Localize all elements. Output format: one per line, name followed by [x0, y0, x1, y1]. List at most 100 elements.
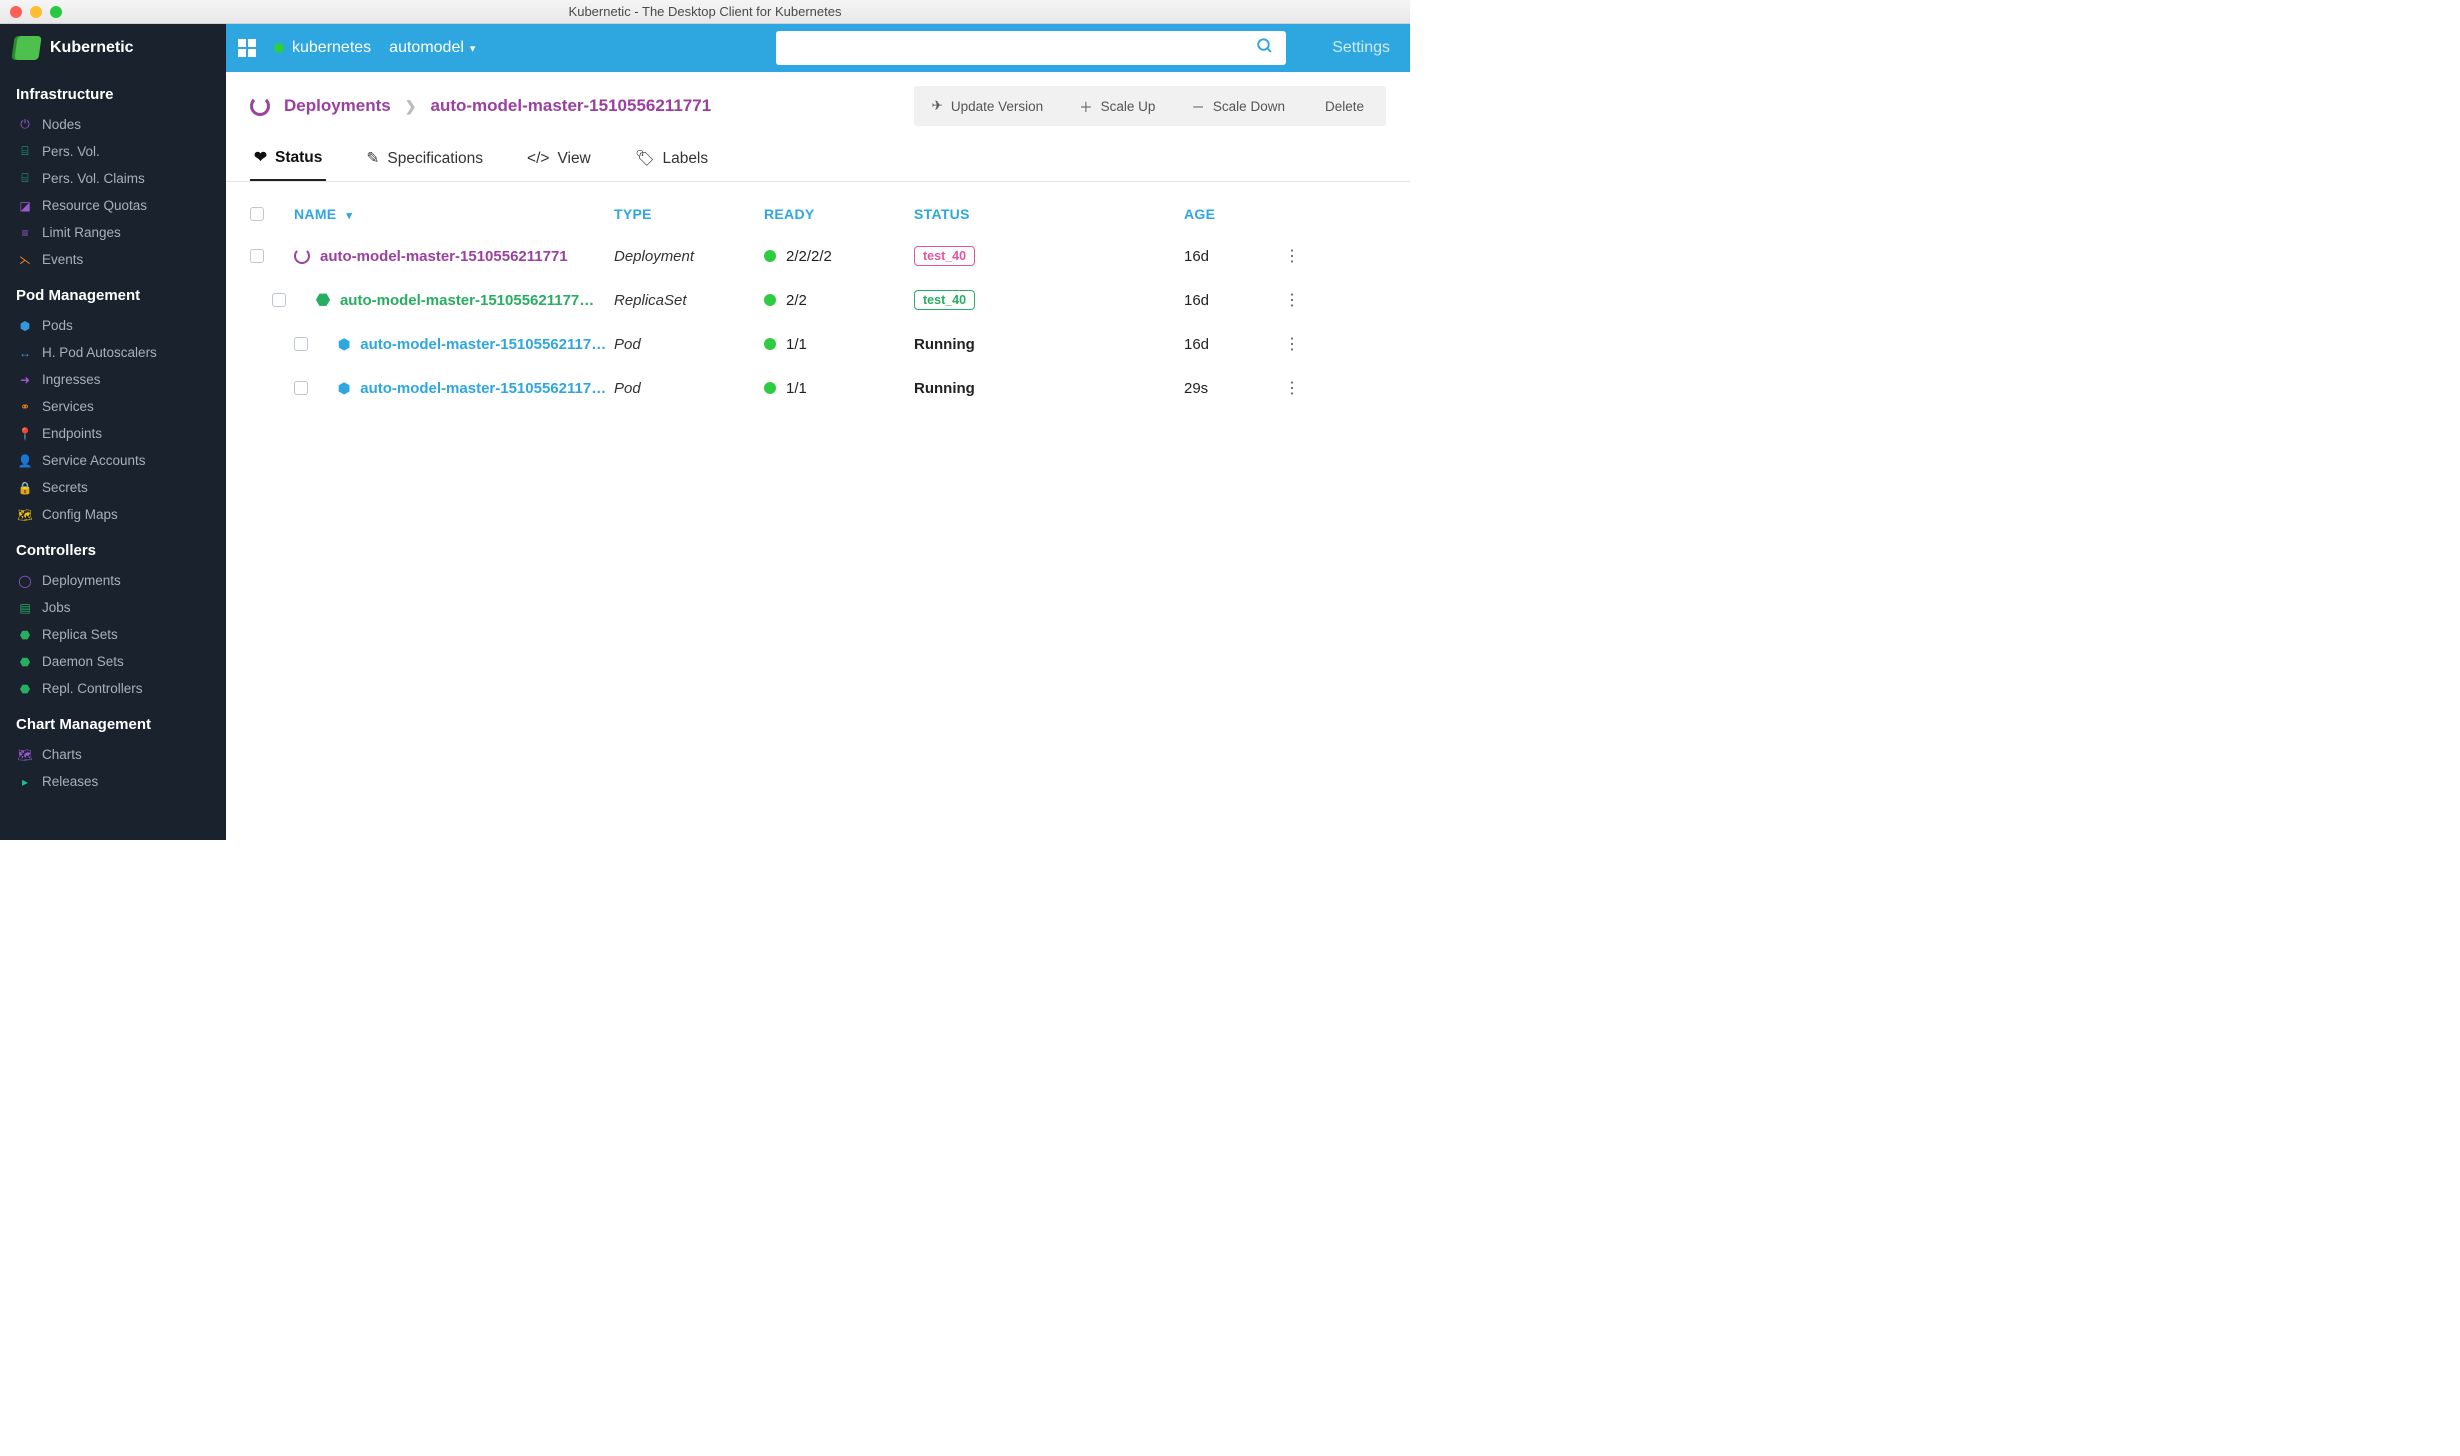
pods-icon: ⬢	[18, 319, 32, 333]
sidebar-item-label: Repl. Controllers	[42, 681, 143, 696]
sidebar-item-pers-vol-claims[interactable]: ⌸Pers. Vol. Claims	[0, 165, 226, 192]
resource-status: test_40	[914, 246, 1184, 266]
heartbeat-icon: ❤	[254, 148, 267, 167]
namespace-name: automodel	[389, 39, 464, 57]
col-age[interactable]: AGE	[1184, 206, 1284, 222]
resource-name-link[interactable]: auto-model-master-15105562117…	[360, 380, 606, 397]
sidebar-item-daemon-sets[interactable]: ⬣Daemon Sets	[0, 648, 226, 675]
apps-grid-icon[interactable]	[238, 39, 256, 57]
endpoints-icon: 📍	[18, 427, 32, 441]
col-name[interactable]: NAME	[294, 206, 614, 222]
sidebar-item-secrets[interactable]: 🔒Secrets	[0, 474, 226, 501]
resource-ready: 2/2/2/2	[764, 248, 914, 265]
resource-ready: 2/2	[764, 292, 914, 309]
select-all-checkbox[interactable]	[250, 207, 264, 221]
jobs-icon: ▤	[18, 601, 32, 615]
resource-quotas-icon: ◪	[18, 199, 32, 213]
ingresses-icon: ➜	[18, 373, 32, 387]
scale-down-button[interactable]: － Scale Down	[1173, 86, 1303, 126]
tab-specifications-label: Specifications	[387, 150, 483, 168]
tab-specifications[interactable]: ✎ Specifications	[362, 136, 487, 181]
resource-name[interactable]: ⬢ auto-model-master-15105562117…	[294, 336, 614, 353]
plus-icon: ＋	[1079, 96, 1093, 116]
sidebar-item-label: Releases	[42, 774, 98, 789]
sidebar-item-resource-quotas[interactable]: ◪Resource Quotas	[0, 192, 226, 219]
sidebar-item-config-maps[interactable]: 🗺Config Maps	[0, 501, 226, 528]
settings-link[interactable]: Settings	[1332, 39, 1390, 57]
table-row: ⬢ auto-model-master-15105562117… Pod 1/1…	[250, 322, 1386, 366]
row-checkbox[interactable]	[250, 249, 264, 263]
sidebar-item-pers-vol-[interactable]: ⌸ Pers. Vol.	[0, 138, 226, 165]
minimize-window-icon[interactable]	[30, 6, 42, 18]
scale-up-button[interactable]: ＋ Scale Up	[1061, 86, 1173, 126]
sidebar: Kubernetic Infrastructure⏻Nodes⌸Pers. Vo…	[0, 24, 226, 840]
maximize-window-icon[interactable]	[50, 6, 62, 18]
sidebar-item-deployments[interactable]: ◯Deployments	[0, 567, 226, 594]
resource-name-link[interactable]: auto-model-master-151055621177…	[340, 292, 594, 309]
row-menu-button[interactable]: ⋮	[1284, 246, 1324, 266]
sidebar-item-pods[interactable]: ⬢Pods	[0, 312, 226, 339]
sidebar-item-service-accounts[interactable]: 👤Service Accounts	[0, 447, 226, 474]
ready-dot-icon	[764, 338, 776, 350]
resource-name[interactable]: ⬢ auto-model-master-15105562117…	[294, 380, 614, 397]
resource-name-link[interactable]: auto-model-master-15105562117…	[360, 336, 606, 353]
search-input[interactable]	[776, 31, 1286, 65]
sidebar-item-repl-controllers[interactable]: ⬣Repl. Controllers	[0, 675, 226, 702]
sidebar-item-label: Endpoints	[42, 426, 102, 441]
resource-age: 16d	[1184, 292, 1284, 309]
sidebar-section-title: Infrastructure	[0, 72, 226, 111]
col-ready[interactable]: READY	[764, 206, 914, 222]
sidebar-item-limit-ranges[interactable]: ≡Limit Ranges	[0, 219, 226, 246]
sidebar-item-label: Jobs	[42, 600, 71, 615]
code-icon: </>	[527, 150, 549, 168]
update-version-button[interactable]: ✈ Update Version	[914, 86, 1062, 126]
delete-label: Delete	[1325, 99, 1364, 114]
sidebar-item-nodes[interactable]: ⏻Nodes	[0, 111, 226, 138]
breadcrumb-root[interactable]: Deployments	[284, 96, 391, 116]
pers-vol--icon: ⌸	[18, 144, 32, 159]
sidebar-item-label: Ingresses	[42, 372, 101, 387]
sidebar-item-charts[interactable]: 🗺Charts	[0, 741, 226, 768]
resource-status: Running	[914, 380, 1184, 397]
col-status[interactable]: STATUS	[914, 206, 1184, 222]
context-selector[interactable]: kubernetes	[274, 39, 371, 57]
tabs: ❤ Status ✎ Specifications </> View 🏷 Lab…	[226, 136, 1410, 182]
row-menu-button[interactable]: ⋮	[1284, 334, 1324, 354]
sidebar-item-replica-sets[interactable]: ⬣Replica Sets	[0, 621, 226, 648]
topbar: kubernetes automodel ▾ Settings	[226, 24, 1410, 72]
sidebar-item-services[interactable]: ⚭Services	[0, 393, 226, 420]
pencil-icon: ✎	[366, 149, 379, 168]
pod-icon: ⬢	[338, 336, 350, 353]
close-window-icon[interactable]	[10, 6, 22, 18]
sidebar-item-h-pod-autoscalers[interactable]: ↔H. Pod Autoscalers	[0, 339, 226, 366]
breadcrumb-current[interactable]: auto-model-master-1510556211771	[430, 96, 711, 116]
sidebar-section-title: Controllers	[0, 528, 226, 567]
resource-name[interactable]: auto-model-master-1510556211771	[294, 248, 614, 265]
row-menu-button[interactable]: ⋮	[1284, 290, 1324, 310]
sidebar-item-ingresses[interactable]: ➜ Ingresses	[0, 366, 226, 393]
sidebar-item-label: Replica Sets	[42, 627, 118, 642]
sidebar-item-label: Nodes	[42, 117, 81, 132]
delete-button[interactable]: Delete	[1303, 86, 1386, 126]
table-row: ⬣ auto-model-master-151055621177… Replic…	[250, 278, 1386, 322]
sidebar-item-label: Pers. Vol.	[42, 144, 100, 159]
sidebar-item-events[interactable]: ⋋Events	[0, 246, 226, 273]
sidebar-item-releases[interactable]: ▸Releases	[0, 768, 226, 795]
row-checkbox[interactable]	[272, 293, 286, 307]
namespace-selector[interactable]: automodel ▾	[389, 39, 475, 57]
resource-age: 16d	[1184, 336, 1284, 353]
sidebar-item-label: Limit Ranges	[42, 225, 121, 240]
tab-view[interactable]: </> View	[523, 136, 595, 181]
sidebar-item-label: H. Pod Autoscalers	[42, 345, 157, 360]
sidebar-item-label: Services	[42, 399, 94, 414]
deployment-icon	[294, 248, 310, 264]
scale-down-label: Scale Down	[1213, 99, 1285, 114]
sidebar-item-endpoints[interactable]: 📍 Endpoints	[0, 420, 226, 447]
row-menu-button[interactable]: ⋮	[1284, 378, 1324, 398]
tab-labels[interactable]: 🏷 Labels	[631, 136, 712, 181]
resource-name-link[interactable]: auto-model-master-1510556211771	[320, 248, 568, 265]
col-type[interactable]: TYPE	[614, 206, 764, 222]
tab-status[interactable]: ❤ Status	[250, 136, 326, 181]
resource-name[interactable]: ⬣ auto-model-master-151055621177…	[294, 290, 614, 310]
sidebar-item-jobs[interactable]: ▤ Jobs	[0, 594, 226, 621]
